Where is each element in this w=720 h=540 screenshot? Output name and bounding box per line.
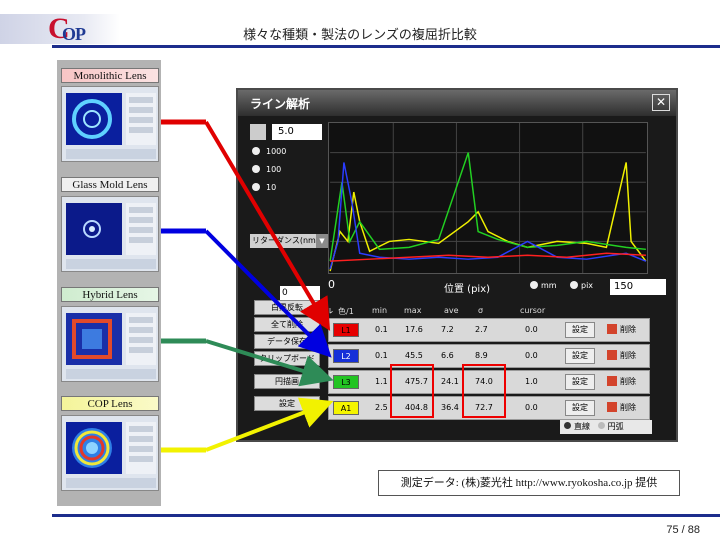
table-row: L1 0.1 17.6 7.2 2.7 0.0 設定 削除 [328, 318, 650, 342]
cell-sd: 2.7 [475, 325, 488, 334]
delete-icon [607, 402, 617, 412]
radio-arc-icon [597, 422, 605, 429]
col-header-ave: ave [444, 306, 459, 315]
radio-unit-pix[interactable]: pix [570, 281, 593, 290]
line-swatch[interactable]: L2 [333, 349, 359, 363]
position-row: 位置 (pix) mm pix 150 [334, 279, 674, 296]
cell-cursor: 0.0 [525, 351, 538, 360]
slide-header: C OP 様々な種類・製法のレンズの複屈折比較 [0, 0, 720, 46]
line-profile-graph [328, 122, 648, 274]
radio-10[interactable]: 10 [252, 182, 276, 194]
radio-1000[interactable]: 1000 [252, 146, 286, 158]
line-swatch[interactable]: L1 [333, 323, 359, 337]
row-settings-button[interactable]: 設定 [565, 374, 595, 390]
highlight-box-sigma [462, 364, 506, 418]
save-data-button[interactable]: データ保存 [254, 334, 320, 349]
delete-icon [607, 324, 617, 334]
cell-ave: 6.6 [441, 351, 454, 360]
delete-icon [607, 376, 617, 386]
thumbnail-cop [61, 415, 159, 491]
window-title: ライン解析 [250, 97, 311, 111]
data-credit: 測定データ: (株)菱光社 http://www.ryokosha.co.jp … [378, 470, 680, 496]
logo-letters-op: OP [62, 24, 86, 44]
top-rule [52, 45, 720, 48]
slide-title: 様々な種類・製法のレンズの複屈折比較 [243, 28, 477, 43]
lower-value-input[interactable]: 0 [280, 286, 320, 300]
cell-max: 45.5 [405, 351, 423, 360]
window-titlebar: ライン解析 ✕ [238, 90, 676, 116]
line-analysis-window: ライン解析 ✕ 5.0 1000 100 10 リターダンス(nm) ▼ 0 自… [236, 88, 678, 442]
col-header-min: min [372, 306, 388, 315]
cell-min: 1.1 [375, 377, 388, 386]
series-line-green [329, 152, 646, 262]
page-number: 75 / 88 [666, 524, 700, 536]
thumbnail-glass-mold [61, 196, 159, 272]
line-swatch[interactable]: A1 [333, 401, 359, 415]
window-body: 5.0 1000 100 10 リターダンス(nm) ▼ 0 自動スケール 0 … [238, 116, 676, 440]
cell-sd: 8.9 [475, 351, 488, 360]
settings-button[interactable]: 設定 [254, 396, 320, 411]
row-settings-button[interactable]: 設定 [565, 322, 595, 338]
sample-label-monolithic: Monolithic Lens [61, 68, 159, 83]
sample-label-cop: COP Lens [61, 396, 159, 411]
cell-min: 0.1 [375, 325, 388, 334]
thumbnail-plot-monolithic [66, 93, 122, 145]
series-line-blue [329, 162, 647, 270]
draw-circle-button[interactable]: 円描画 [254, 374, 320, 389]
row-settings-button[interactable]: 設定 [565, 400, 595, 416]
position-label: 位置 (pix) [444, 284, 491, 295]
cell-cursor: 0.0 [525, 403, 538, 412]
sample-label-glass-mold: Glass Mold Lens [61, 177, 159, 192]
highlight-box-max [390, 364, 434, 418]
bottom-rule [52, 514, 720, 517]
cell-min: 2.5 [375, 403, 388, 412]
row-delete-button[interactable]: 削除 [607, 374, 645, 390]
line-swatch[interactable]: L3 [333, 375, 359, 389]
position-input[interactable]: 150 [610, 279, 666, 295]
radio-line-icon [564, 422, 571, 429]
cell-cursor: 1.0 [525, 377, 538, 386]
thumbnail-plot-hybrid [66, 313, 122, 365]
thumbnail-plot-glass-mold [66, 203, 122, 255]
sample-label-hybrid: Hybrid Lens [61, 287, 159, 302]
radio-unit-mm[interactable]: mm [530, 281, 557, 290]
col-header-sd: σ [478, 306, 484, 315]
cell-min: 0.1 [375, 351, 388, 360]
row-delete-button[interactable]: 削除 [607, 348, 645, 364]
spin-arrows-icon[interactable] [250, 124, 266, 140]
chevron-down-icon[interactable]: ▼ [316, 234, 328, 248]
thumbnail-monolithic [61, 86, 159, 162]
row-delete-button[interactable]: 削除 [607, 322, 645, 338]
thumbnail-plot-cop [66, 422, 122, 474]
cell-max: 17.6 [405, 325, 423, 334]
shape-toggle[interactable]: 直線 円弧 [560, 420, 652, 434]
close-icon[interactable]: ✕ [652, 94, 670, 111]
delete-all-button[interactable]: 全て削除 [254, 317, 320, 332]
cell-ave: 24.1 [441, 377, 459, 386]
radio-100[interactable]: 100 [252, 164, 281, 176]
row-settings-button[interactable]: 設定 [565, 348, 595, 364]
thumbnail-hybrid [61, 306, 159, 382]
cell-ave: 7.2 [441, 325, 454, 334]
clipboard-button[interactable]: クリップボード [254, 351, 320, 366]
col-header-max: max [404, 306, 422, 315]
invert-button[interactable]: 白黒反転 [254, 300, 320, 315]
row-delete-button[interactable]: 削除 [607, 400, 645, 416]
delete-icon [607, 350, 617, 360]
col-header-cursor: cursor [520, 306, 546, 315]
cell-cursor: 0.0 [525, 325, 538, 334]
col-header-color: 色/1 [338, 307, 354, 316]
scale-input[interactable]: 5.0 [272, 124, 322, 140]
cell-ave: 36.4 [441, 403, 459, 412]
